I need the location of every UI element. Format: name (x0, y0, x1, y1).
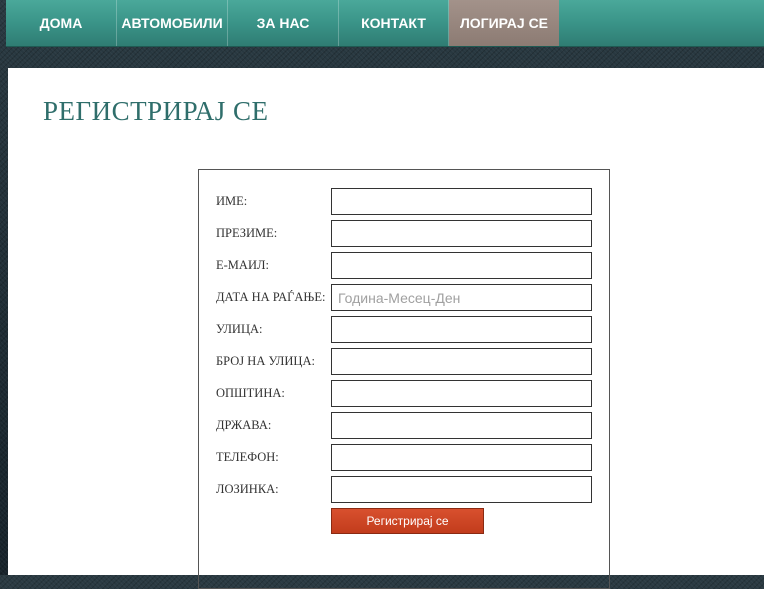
country-input[interactable] (331, 412, 592, 439)
email-label: Е-МАИЛ: (216, 258, 269, 272)
nav-item-home[interactable]: ДОМА (6, 0, 117, 46)
form-row-password: ЛОЗИНКА: (216, 476, 596, 503)
form-row-phone: ТЕЛЕФОН: (216, 444, 596, 471)
country-label: ДРЖАВА: (216, 418, 272, 432)
password-input[interactable] (331, 476, 592, 503)
phone-input[interactable] (331, 444, 592, 471)
birth-date-input[interactable] (331, 284, 592, 311)
form-row-street: УЛИЦА: (216, 316, 596, 343)
municipality-input[interactable] (331, 380, 592, 407)
nav-item-cars[interactable]: АВТОМОБИЛИ (117, 0, 228, 46)
form-row-street-number: БРОЈ НА УЛИЦА: (216, 348, 596, 375)
last-name-label: ПРЕЗИМЕ: (216, 226, 278, 240)
birth-date-label: ДАТА НА РАЃАЊЕ: (216, 290, 326, 304)
street-input[interactable] (331, 316, 592, 343)
register-button[interactable]: Регистрирај се (331, 508, 484, 534)
nav-item-login[interactable]: ЛОГИРАЈ СЕ (449, 0, 559, 46)
first-name-input[interactable] (331, 188, 592, 215)
street-label: УЛИЦА: (216, 322, 263, 336)
form-row-birth-date: ДАТА НА РАЃАЊЕ: (216, 284, 596, 311)
nav-item-contact[interactable]: КОНТАКТ (339, 0, 449, 46)
content-panel: РЕГИСТРИРАЈ СЕ ИМЕ: ПРЕЗИМЕ: Е-МАИЛ: ДАТ… (8, 68, 764, 589)
page-title: РЕГИСТРИРАЈ СЕ (43, 96, 269, 126)
form-row-country: ДРЖАВА: (216, 412, 596, 439)
last-name-input[interactable] (331, 220, 592, 247)
street-number-label: БРОЈ НА УЛИЦА: (216, 354, 315, 368)
form-row-first-name: ИМЕ: (216, 188, 596, 215)
street-number-input[interactable] (331, 348, 592, 375)
registration-form: ИМЕ: ПРЕЗИМЕ: Е-МАИЛ: ДАТА НА РАЃАЊЕ: УЛ… (198, 169, 610, 589)
municipality-label: ОПШТИНА: (216, 386, 285, 400)
form-row-email: Е-МАИЛ: (216, 252, 596, 279)
password-label: ЛОЗИНКА: (216, 482, 279, 496)
main-navbar: ДОМА АВТОМОБИЛИ ЗА НАС КОНТАКТ ЛОГИРАЈ С… (6, 0, 764, 47)
form-row-last-name: ПРЕЗИМЕ: (216, 220, 596, 247)
nav-item-about[interactable]: ЗА НАС (228, 0, 339, 46)
first-name-label: ИМЕ: (216, 194, 248, 208)
phone-label: ТЕЛЕФОН: (216, 450, 279, 464)
email-input[interactable] (331, 252, 592, 279)
form-row-municipality: ОПШТИНА: (216, 380, 596, 407)
